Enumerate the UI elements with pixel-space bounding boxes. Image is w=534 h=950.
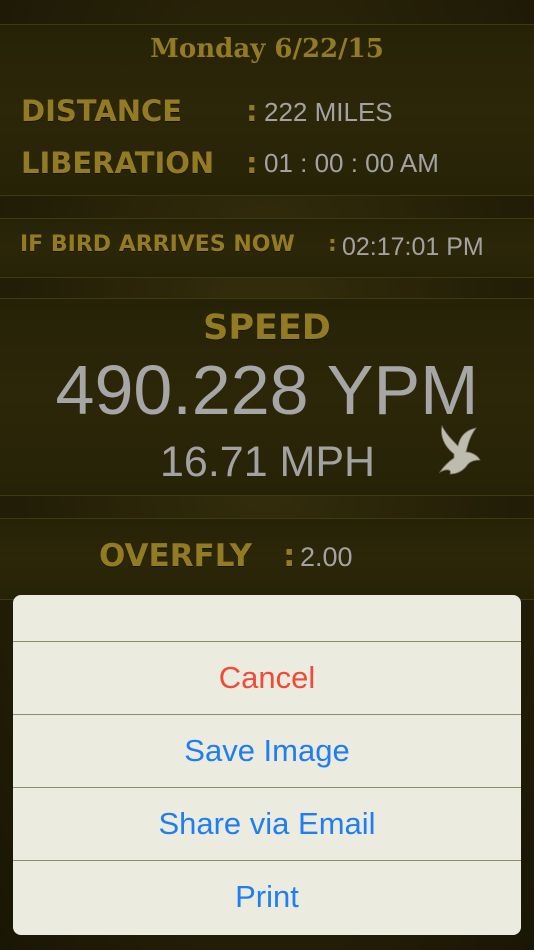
action-sheet: Cancel Save Image Share via Email Print: [13, 595, 521, 935]
share-via-email-button[interactable]: Share via Email: [13, 788, 521, 861]
cancel-button[interactable]: Cancel: [13, 642, 521, 715]
save-image-button[interactable]: Save Image: [13, 715, 521, 788]
action-sheet-header: [13, 595, 521, 642]
print-button[interactable]: Print: [13, 861, 521, 933]
